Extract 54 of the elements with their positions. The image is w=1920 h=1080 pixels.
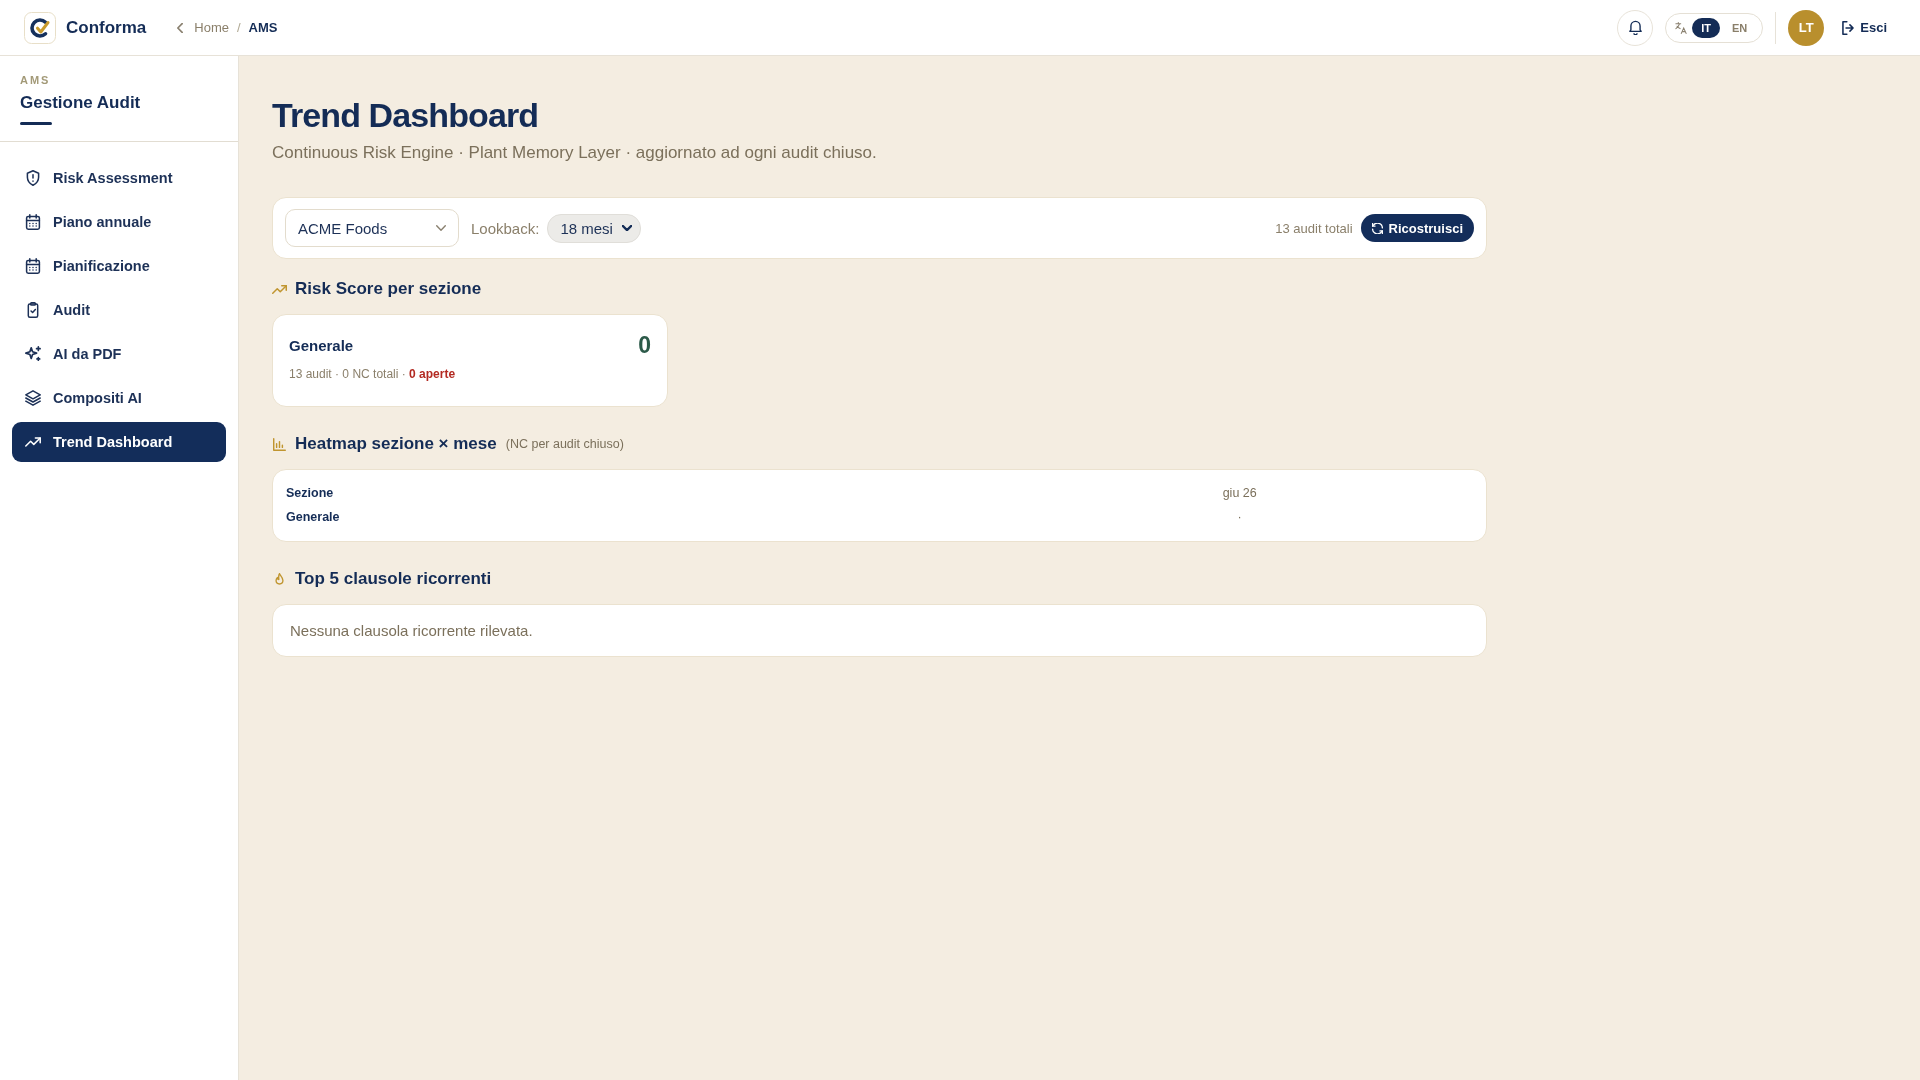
table-header-cell: Sezione (286, 486, 334, 500)
section-note: (NC per audit chiuso) (505, 437, 624, 451)
translate-icon (1675, 21, 1688, 34)
lookback-label: Lookback: (471, 219, 540, 237)
notifications-button[interactable] (1617, 9, 1654, 46)
trending-up-icon (272, 282, 287, 296)
sidebar-eyebrow: AMS (20, 73, 51, 87)
chevron-down-icon (436, 225, 446, 231)
page-subtitle: Continuous Risk Engine · Plant Memory Layer · aggiornato ad ogni audit chiuso. (272, 142, 877, 164)
layers-icon (25, 390, 41, 406)
logo-icon (24, 11, 56, 44)
breadcrumb-link[interactable]: Home (194, 20, 229, 35)
logout-icon (1842, 20, 1855, 35)
sidebar-title: Gestione Audit (20, 92, 141, 114)
sidebar-item[interactable]: Audit (12, 290, 226, 330)
flame-icon (272, 572, 287, 586)
section-title: Top 5 clausole ricorrenti (295, 569, 492, 589)
empty-message: Nessuna clausola ricorrente rilevata. (290, 622, 533, 639)
sidebar-item[interactable]: Piano annuale (12, 202, 226, 242)
brand-name: Conforma (66, 17, 147, 38)
bar-chart-icon (272, 437, 287, 451)
table-cell: Generale (286, 510, 340, 524)
lookback-select[interactable]: 18 mesi (547, 213, 641, 243)
calendar-icon (25, 214, 41, 230)
refresh-icon (1371, 222, 1383, 234)
breadcrumb-current: AMS (248, 20, 278, 35)
trending-up-icon (25, 434, 41, 450)
sparkles-icon (25, 346, 41, 362)
logout-button[interactable]: Esci (1842, 20, 1887, 35)
section-title: Heatmap sezione × mese (295, 434, 497, 454)
score-summary: 13 audit · 0 NC totali · 0 aperte (289, 367, 457, 381)
section-name: Generale (289, 336, 354, 354)
sidebar-item[interactable]: Compositi AI (12, 378, 226, 418)
shield-alert-icon (25, 170, 41, 186)
table-header-cell: giu 26 (1222, 486, 1257, 500)
language-option[interactable]: EN (1722, 17, 1757, 38)
risk-score-value: 0 (638, 331, 651, 359)
table-cell: · (1237, 510, 1242, 524)
chevron-left-icon[interactable] (177, 22, 184, 33)
clipboard-check-icon (25, 302, 41, 318)
page-title: Trend Dashboard (272, 95, 539, 135)
breadcrumb-separator: / (236, 20, 241, 35)
chevron-down-icon (621, 225, 632, 231)
section-title: Risk Score per sezione (295, 279, 482, 299)
language-option[interactable]: IT (1692, 17, 1720, 38)
sidebar-item[interactable]: Risk Assessment (12, 158, 226, 198)
sidebar-item[interactable]: Pianificazione (12, 246, 226, 286)
audit-total: 13 audit totali (1275, 220, 1353, 236)
rebuild-button[interactable]: Ricostruisci (1360, 214, 1474, 242)
sidebar-item[interactable]: Trend Dashboard (12, 422, 226, 462)
sidebar-item[interactable]: AI da PDF (12, 334, 226, 374)
calendar-icon (25, 258, 41, 274)
bell-icon (1628, 20, 1642, 35)
plant-select[interactable]: ACME Foods (285, 209, 459, 247)
